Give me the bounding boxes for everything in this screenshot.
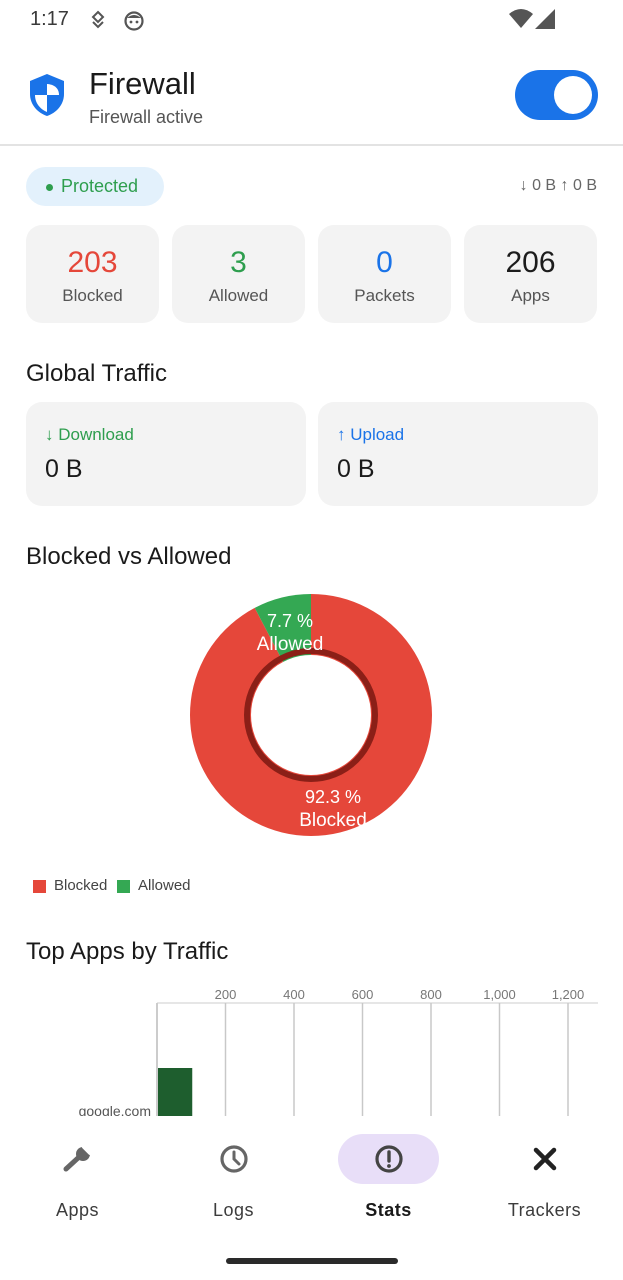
section-title-global-traffic: Global Traffic [26,360,167,387]
nav-item-apps[interactable]: Apps [0,1116,155,1236]
traffic-summary: ↓ 0 B ↑ 0 B [519,177,597,194]
blocked-slice-percent: 92.3 % [305,787,361,807]
gesture-handle[interactable] [226,1258,398,1264]
stat-card-packets: 0 Packets [318,225,451,323]
firewall-toggle[interactable] [515,70,598,120]
stat-label: Blocked [62,286,123,305]
stat-label: Apps [511,286,550,305]
status-badge: Protected [26,167,164,206]
notification-icon [91,10,105,29]
signal-icon [535,9,555,29]
upload-card: ↑ Upload 0 B [318,402,598,506]
nav-item-stats[interactable]: Stats [311,1116,466,1236]
legend-label-blocked: Blocked [54,877,108,894]
status-bar: 1:17 [0,0,623,40]
stat-label: Packets [354,286,415,305]
stat-card-apps: 206 Apps [464,225,597,323]
download-value: 0 B [45,455,83,483]
top-apps-bar-chart: 200 400 600 800 1,000 1,200 google.com [79,987,598,1116]
download-card: ↓ Download 0 B [26,402,306,506]
shield-icon [30,74,64,116]
nav-label-trackers: Trackers [507,1200,582,1220]
stat-value: 3 [230,246,247,279]
upload-value: 0 B [337,455,375,483]
x-tick-label: 600 [352,987,374,1002]
blocked-allowed-donut-chart: 7.7 % Allowed 92.3 % Blocked [190,594,432,836]
allowed-slice-label: Allowed [257,634,324,655]
stat-value: 0 [376,246,393,279]
x-tick-label: 200 [215,987,237,1002]
upload-label: ↑ Upload [337,425,405,444]
bottom-navigation: Apps Logs Stats Trackers [0,1116,623,1280]
close-icon [533,1147,557,1171]
y-category-label: google.com [79,1103,151,1116]
info-icon [375,1145,403,1173]
legend-swatch-allowed [117,880,130,893]
section-title-blocked-vs-allowed: Blocked vs Allowed [26,543,232,570]
status-dot-icon [46,184,53,191]
clock-icon [220,1145,248,1173]
toggle-knob [554,76,592,114]
stat-value: 206 [505,246,556,279]
app-title: Firewall [89,66,196,101]
download-label: ↓ Download [45,425,134,444]
nav-item-trackers[interactable]: Trackers [467,1116,622,1236]
donut-hole [251,655,371,775]
stat-card-blocked: 203 Blocked [26,225,159,323]
x-tick-label: 400 [283,987,305,1002]
nav-label-stats: Stats [365,1200,412,1220]
face-icon [124,11,144,31]
nav-label-logs: Logs [212,1200,255,1220]
blocked-slice-label: Blocked [299,810,367,831]
x-tick-label: 1,000 [483,987,516,1002]
legend-label-allowed: Allowed [138,877,191,894]
allowed-slice-percent: 7.7 % [267,611,313,631]
wifi-icon [509,9,533,28]
legend-swatch-blocked [33,880,46,893]
section-title-top-apps: Top Apps by Traffic [26,938,229,965]
bar-google-com [158,1068,193,1116]
stat-value: 203 [67,246,118,279]
nav-item-logs[interactable]: Logs [156,1116,311,1236]
stat-card-allowed: 3 Allowed [172,225,305,323]
app-header: Firewall Firewall active [0,48,623,146]
stat-label: Allowed [208,286,269,305]
nav-label-apps: Apps [55,1200,100,1220]
app-subtitle: Firewall active [89,107,204,127]
wrench-icon [63,1145,92,1172]
status-time: 1:17 [30,8,69,30]
status-badge-label: Protected [61,176,139,196]
x-tick-label: 1,200 [552,987,585,1002]
x-tick-label: 800 [420,987,442,1002]
